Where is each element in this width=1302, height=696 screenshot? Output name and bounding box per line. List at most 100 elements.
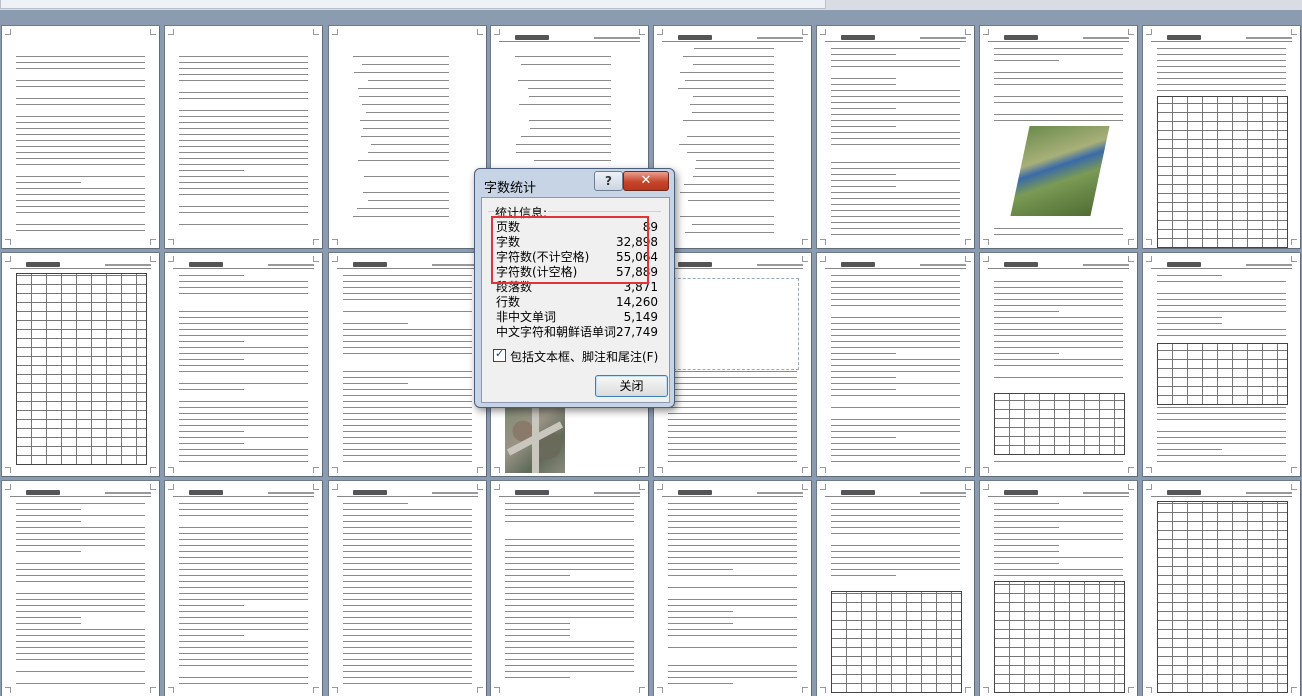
document-page-thumbnail[interactable] — [329, 253, 486, 476]
text-line — [363, 192, 449, 193]
university-logo — [678, 262, 712, 267]
text-line — [831, 293, 960, 294]
document-page-thumbnail[interactable] — [654, 481, 811, 696]
include-textboxes-checkbox[interactable]: ✓ — [493, 347, 506, 362]
document-page-thumbnail[interactable] — [329, 26, 486, 248]
table-figure — [1157, 501, 1288, 693]
text-line — [179, 317, 308, 318]
document-page-thumbnail[interactable] — [980, 26, 1137, 248]
stat-value: 57,889 — [616, 265, 658, 279]
text-line — [16, 527, 145, 528]
group-label: 统计信息: — [494, 204, 549, 221]
text-line — [994, 503, 1059, 504]
document-page-thumbnail[interactable] — [2, 481, 159, 696]
document-page-thumbnail[interactable] — [654, 26, 811, 248]
document-page-thumbnail[interactable] — [817, 481, 974, 696]
text-line — [343, 377, 472, 378]
header-text-line — [105, 492, 151, 494]
text-line — [831, 108, 896, 109]
text-line — [994, 365, 1123, 366]
document-page-thumbnail[interactable] — [2, 253, 159, 476]
document-page-thumbnail[interactable] — [1143, 26, 1300, 248]
text-line — [521, 64, 611, 65]
document-page-thumbnail[interactable] — [1143, 253, 1300, 476]
text-line — [16, 146, 145, 147]
text-line — [831, 90, 960, 91]
include-textboxes-option[interactable]: ✓ 包括文本框、脚注和尾注(F) — [493, 347, 658, 365]
crop-mark — [477, 467, 483, 473]
text-line — [16, 62, 145, 63]
university-logo — [515, 490, 549, 495]
text-line — [668, 569, 733, 570]
text-line — [1157, 84, 1286, 85]
table-figure — [831, 591, 962, 693]
text-line — [179, 275, 244, 276]
text-line — [534, 160, 611, 161]
crop-mark — [477, 687, 483, 693]
document-page-thumbnail[interactable] — [165, 26, 322, 248]
document-page-thumbnail[interactable] — [329, 481, 486, 696]
text-line — [668, 455, 797, 456]
document-page-thumbnail[interactable] — [165, 253, 322, 476]
page-header — [662, 262, 803, 269]
text-line — [179, 653, 308, 654]
text-line — [1157, 281, 1286, 282]
document-page-thumbnail[interactable] — [491, 481, 648, 696]
text-line — [831, 521, 960, 522]
text-line — [994, 377, 1123, 378]
text-line — [695, 168, 774, 169]
help-button[interactable]: ? — [594, 171, 623, 191]
text-line — [831, 48, 960, 49]
text-line — [179, 116, 308, 117]
text-line — [685, 80, 774, 81]
close-icon[interactable]: ✕ — [623, 171, 669, 191]
document-page-thumbnail[interactable] — [654, 253, 811, 476]
text-line — [668, 527, 797, 528]
text-line — [505, 677, 570, 678]
text-line — [994, 563, 1059, 564]
text-line — [179, 647, 308, 648]
close-button[interactable]: 关闭 — [595, 375, 668, 397]
crop-mark — [983, 467, 989, 473]
stat-label: 行数 — [496, 295, 521, 309]
crop-mark — [965, 467, 971, 473]
text-line — [343, 527, 472, 528]
university-logo — [1167, 35, 1201, 40]
text-line — [668, 635, 797, 636]
text-line — [179, 437, 308, 438]
text-line — [16, 533, 145, 534]
dialog-titlebar[interactable]: 字数统计 ? ✕ — [475, 169, 674, 199]
text-line — [353, 216, 449, 217]
document-page-thumbnail[interactable] — [165, 481, 322, 696]
text-line — [994, 323, 1123, 324]
document-page-thumbnail[interactable] — [1143, 481, 1300, 696]
text-line — [179, 569, 308, 570]
document-page-thumbnail[interactable] — [980, 253, 1137, 476]
text-line — [831, 204, 960, 205]
text-line — [16, 152, 145, 153]
text-line — [343, 371, 472, 372]
text-line — [358, 88, 449, 89]
university-logo — [1167, 490, 1201, 495]
text-line — [179, 587, 308, 588]
text-line — [1157, 305, 1286, 306]
text-line — [179, 407, 308, 408]
text-line — [994, 228, 1123, 229]
document-page-thumbnail[interactable] — [2, 26, 159, 248]
text-line — [16, 182, 81, 183]
document-page-thumbnail[interactable] — [817, 253, 974, 476]
text-line — [357, 208, 449, 209]
text-line — [668, 509, 797, 510]
page-header — [499, 35, 640, 42]
document-page-thumbnail[interactable] — [817, 26, 974, 248]
document-page-thumbnail[interactable] — [980, 481, 1137, 696]
text-line — [831, 198, 960, 199]
text-line — [343, 275, 472, 276]
text-line — [16, 653, 145, 654]
text-line — [343, 431, 472, 432]
header-text-line — [1083, 264, 1129, 266]
text-line — [678, 88, 774, 89]
table-figure — [16, 273, 147, 465]
text-line — [343, 311, 472, 312]
text-line — [1157, 461, 1286, 462]
